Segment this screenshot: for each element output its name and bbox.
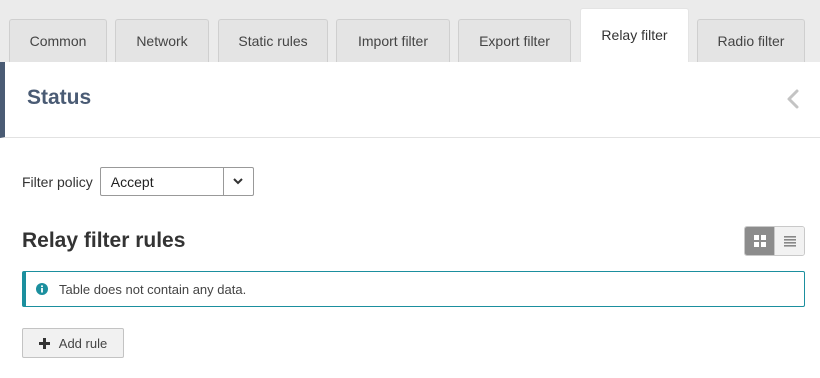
tab-common[interactable]: Common xyxy=(9,19,107,62)
tab-bar: Common Network Static rules Import filte… xyxy=(0,0,820,62)
filter-policy-value: Accept xyxy=(110,173,154,190)
tab-label: Common xyxy=(29,33,87,49)
tab-label: Radio filter xyxy=(717,33,785,49)
tab-label: Static rules xyxy=(238,33,308,49)
status-title: Status xyxy=(27,86,92,109)
grid-view-button[interactable] xyxy=(745,227,775,255)
chevron-left-icon[interactable] xyxy=(786,88,800,110)
add-rule-label: Add rule xyxy=(58,335,108,351)
filter-policy-label: Filter policy xyxy=(22,173,93,190)
tab-static-rules[interactable]: Static rules xyxy=(218,19,328,62)
filter-policy-row: Filter policy Accept xyxy=(22,167,254,196)
list-view-button[interactable] xyxy=(774,227,804,255)
status-section-header[interactable]: Status xyxy=(0,62,820,138)
tab-label: Network xyxy=(136,33,188,49)
tab-network[interactable]: Network xyxy=(115,19,209,62)
dropdown-toggle[interactable] xyxy=(222,168,253,195)
content-panel: Status Filter policy Accept Relay filter… xyxy=(0,62,820,378)
list-view-icon xyxy=(783,235,796,247)
view-mode-toggle xyxy=(744,226,805,256)
add-rule-button[interactable]: Add rule xyxy=(22,328,124,358)
tab-export-filter[interactable]: Export filter xyxy=(458,19,571,62)
tab-label: Relay filter xyxy=(601,26,668,43)
tab-label: Import filter xyxy=(357,33,428,49)
tab-import-filter[interactable]: Import filter xyxy=(336,19,450,62)
tab-label: Export filter xyxy=(479,33,550,49)
plus-icon xyxy=(38,337,50,349)
empty-table-message: Table does not contain any data. xyxy=(59,281,247,297)
tab-radio-filter[interactable]: Radio filter xyxy=(697,19,805,62)
filter-policy-select[interactable]: Accept xyxy=(99,167,254,196)
info-icon xyxy=(36,283,48,295)
section-title: Relay filter rules xyxy=(22,229,186,252)
grid-view-icon xyxy=(753,235,766,247)
empty-table-notice: Table does not contain any data. xyxy=(22,271,805,307)
chevron-down-icon xyxy=(233,178,244,185)
tab-relay-filter[interactable]: Relay filter xyxy=(580,8,689,62)
